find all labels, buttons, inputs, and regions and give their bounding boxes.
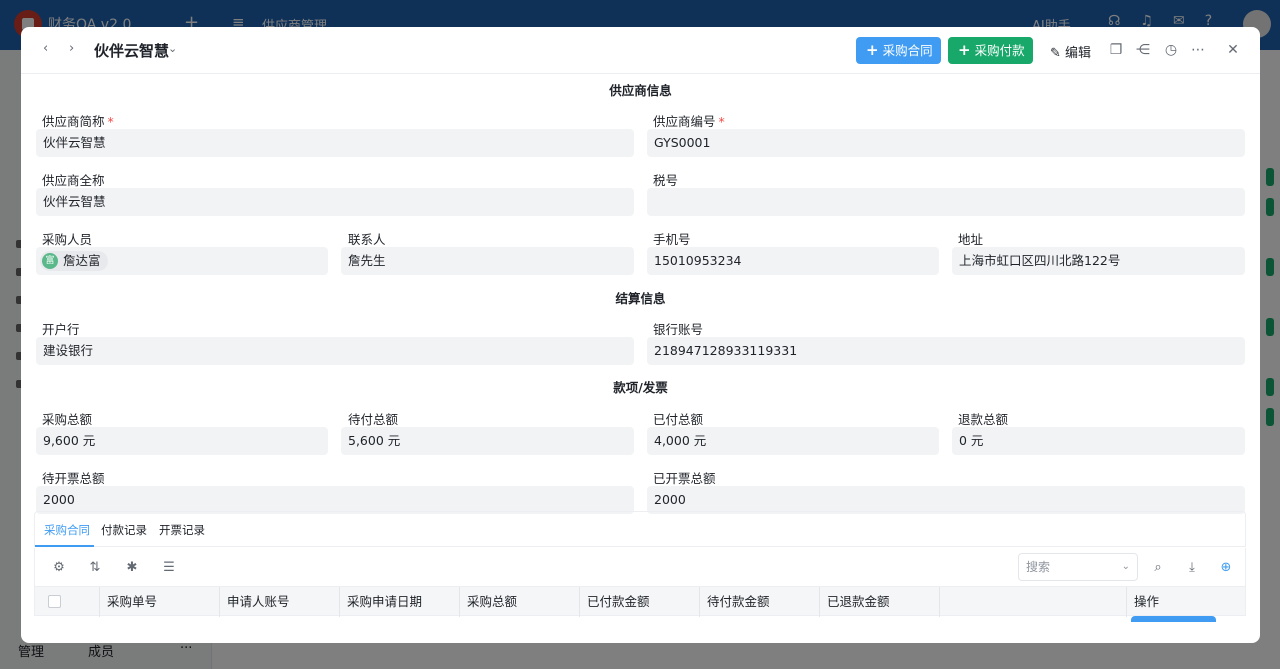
avatar: 富 [42,253,58,269]
field-label-supplier-code: 供应商编号 * [653,114,725,129]
user-chip[interactable]: 富詹达富 [40,251,108,271]
supplier-detail-modal: ‹ › 伙伴云智慧 ⌄ + 采购合同 + 采购付款 ✎ 编辑 ❐ ⋲ ◷ ⋯ ✕ 供… [21,27,1260,643]
supplier-short-name-field[interactable]: 伙伴云智慧 [36,129,634,157]
field-label-tax-number: 税号 [653,173,679,188]
contact-field[interactable]: 詹先生 [341,247,634,275]
supplier-full-name-field[interactable]: 伙伴云智慧 [36,188,634,216]
field-label-refund-total: 退款总额 [958,412,1009,427]
field-label-supplier-short-name: 供应商简称 * [42,114,114,129]
add-circle-icon[interactable]: ⊕ [1217,559,1235,577]
plus-icon: + [958,41,971,59]
download-icon[interactable]: ⤓ [1183,559,1201,577]
section-title-payment-invoice: 款项/发票 [613,380,668,395]
supplier-code-field[interactable]: GYS0001 [647,129,1245,157]
field-label-phone: 手机号 [653,232,691,247]
record-title: 伙伴云智慧 [94,42,170,60]
column-header[interactable]: 申请人账号 [220,587,340,617]
invoiced-total-field[interactable]: 2000 [647,486,1245,514]
column-header[interactable]: 采购申请日期 [340,587,460,617]
address-field[interactable]: 上海市虹口区四川北路122号 [952,247,1245,275]
column-header[interactable]: 已付款金额 [580,587,700,617]
bank-field[interactable]: 建设银行 [36,337,634,365]
close-icon[interactable]: ✕ [1224,41,1242,59]
search-placeholder: 搜索 [1026,560,1051,574]
column-header[interactable]: 采购总额 [460,587,580,617]
search-icon[interactable]: ⌕ [1149,559,1167,577]
select-all-cell [35,587,100,617]
pencil-icon: ✎ [1050,46,1061,61]
uninvoiced-total-field[interactable]: 2000 [36,486,634,514]
field-label-contact: 联系人 [348,232,386,247]
purchase-total-field[interactable]: 9,600 元 [36,427,328,455]
settings-icon[interactable]: ⚙ [50,559,68,577]
bank-account-field[interactable]: 218947128933119331 [647,337,1245,365]
forward-icon[interactable]: › [69,41,74,56]
sort-icon[interactable]: ⇅ [86,559,104,577]
purchaser-name: 詹达富 [63,253,101,268]
field-label-bank: 开户行 [42,322,80,337]
field-label-supplier-full-name: 供应商全称 [42,173,105,188]
chevron-down-icon[interactable]: ⌄ [168,42,177,55]
table-toolbar: ⚙ ⇅ ✱ ☰ 搜索 ⌄ ⌕ ⤓ ⊕ [34,548,1246,586]
pending-total-field[interactable]: 5,600 元 [341,427,634,455]
purchase-payment-label: 采购付款 [974,43,1025,58]
related-records-tabs: 采购合同 付款记录 开票记录 [34,511,1246,547]
modal-header: ‹ › 伙伴云智慧 ⌄ + 采购合同 + 采购付款 ✎ 编辑 ❐ ⋲ ◷ ⋯ ✕ [21,27,1260,74]
section-title-supplier-info: 供应商信息 [609,83,672,98]
back-icon[interactable]: ‹ [43,41,48,56]
purchaser-field[interactable]: 富詹达富 [36,247,328,275]
tab-invoice-records[interactable]: 开票记录 [159,522,205,538]
column-header[interactable]: 待付款金额 [700,587,820,617]
field-label-invoiced-total: 已开票总额 [653,471,716,486]
table-header: 采购单号 申请人账号 采购申请日期 采购总额 已付款金额 待付款金额 已退款金额… [34,586,1246,617]
field-label-uninvoiced-total: 待开票总额 [42,471,105,486]
tab-purchase-contract[interactable]: 采购合同 [44,522,90,538]
column-header[interactable]: 采购单号 [100,587,220,617]
field-label-address: 地址 [958,232,984,247]
chevron-down-icon: ⌄ [1121,561,1130,572]
purchase-contract-label: 采购合同 [882,43,933,58]
plus-icon: + [866,41,879,59]
field-label-bank-account: 银行账号 [653,322,704,337]
history-icon[interactable]: ◷ [1162,41,1180,59]
more-icon[interactable]: ⋯ [1189,41,1207,59]
row-action-button[interactable] [1131,616,1216,622]
field-label-paid-total: 已付总额 [653,412,704,427]
share-icon[interactable]: ⋲ [1134,41,1152,59]
refund-total-field[interactable]: 0 元 [952,427,1245,455]
hierarchy-icon[interactable]: ☰ [160,559,178,577]
edit-button[interactable]: ✎ 编辑 [1050,42,1091,61]
field-label-pending-total: 待付总额 [348,412,399,427]
field-label-purchaser: 采购人员 [42,232,93,247]
column-header [940,587,1127,617]
pin-icon[interactable]: ✱ [123,559,141,577]
section-title-settlement-info: 结算信息 [615,291,666,306]
column-header-actions: 操作 [1134,594,1160,609]
field-label-purchase-total: 采购总额 [42,412,93,427]
purchase-payment-button[interactable]: + 采购付款 [948,37,1033,64]
search-input[interactable]: 搜索 ⌄ [1018,553,1138,581]
paid-total-field[interactable]: 4,000 元 [647,427,939,455]
column-header[interactable]: 已退款金额 [820,587,940,617]
phone-field[interactable]: 15010953234 [647,247,939,275]
edit-label: 编辑 [1065,46,1092,61]
tab-payment-records[interactable]: 付款记录 [101,522,147,538]
select-all-checkbox[interactable] [48,595,61,608]
tax-number-field[interactable] [647,188,1245,216]
purchase-contract-button[interactable]: + 采购合同 [856,37,941,64]
active-tab-indicator [35,545,94,547]
copy-icon[interactable]: ❐ [1107,41,1125,59]
